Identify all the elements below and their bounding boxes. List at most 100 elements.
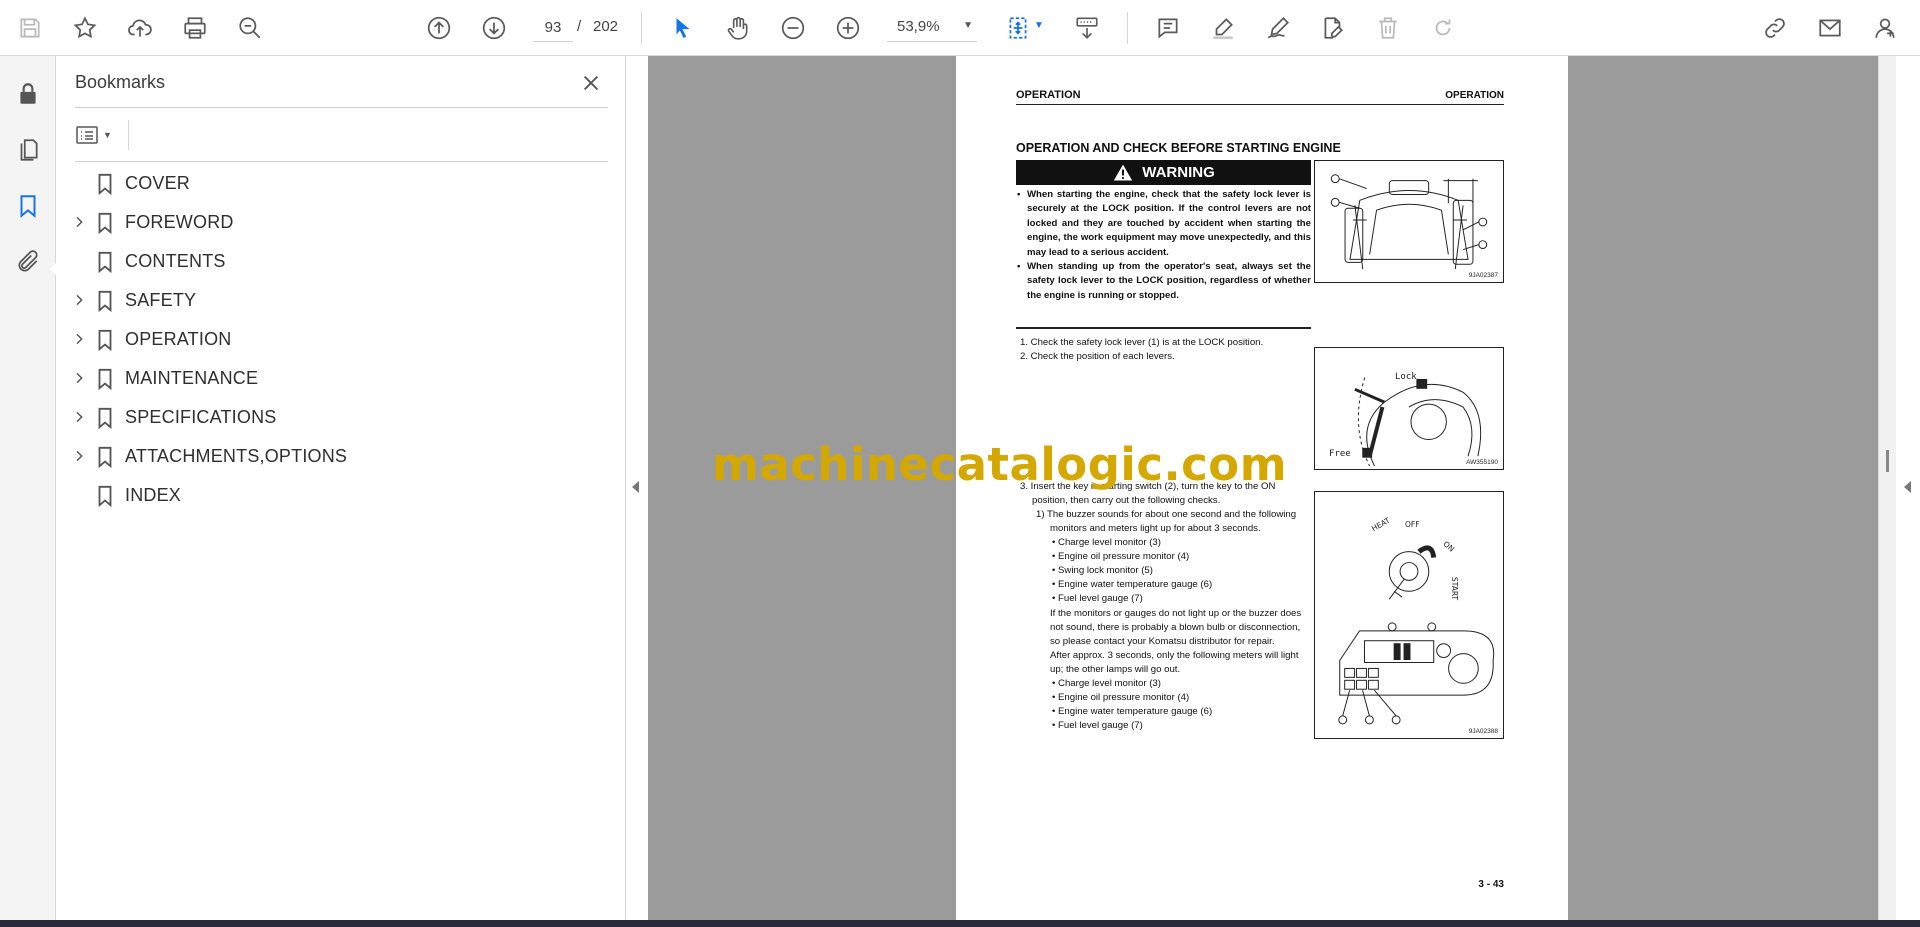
monitor-list-1-item: • Swing lock monitor (5) <box>1052 565 1153 576</box>
zoom-level-value: 53,9% <box>897 18 940 35</box>
draw-signature-icon[interactable] <box>1260 10 1296 46</box>
comment-icon[interactable] <box>1150 10 1186 46</box>
bookmark-label: CONTENTS <box>125 251 226 271</box>
page-header-left: OPERATION <box>1016 89 1081 101</box>
previous-page-icon[interactable] <box>421 10 457 46</box>
scroll-mode-icon[interactable] <box>1069 10 1105 46</box>
page-number: 3 - 43 <box>1478 879 1504 890</box>
figure-lock-free: Lock Free AW355190 <box>1314 347 1504 470</box>
attachments-paperclip-icon[interactable] <box>10 244 46 280</box>
select-cursor-icon[interactable] <box>665 10 701 46</box>
monitor-list-1-item: • Fuel level gauge (7) <box>1052 593 1143 604</box>
redo-icon[interactable] <box>1425 10 1461 46</box>
monitor-list-1-item: • Engine water temperature gauge (6) <box>1052 579 1213 590</box>
figure-lock-label: Lock <box>1395 372 1417 382</box>
monitor-list-2-item: • Engine water temperature gauge (6) <box>1052 706 1213 717</box>
switch-off-label: OFF <box>1405 520 1420 529</box>
note-line: After approx. 3 seconds, only the follow… <box>1050 650 1299 661</box>
chevron-right-icon[interactable] <box>70 447 88 465</box>
trash-icon[interactable] <box>1370 10 1406 46</box>
next-page-icon[interactable] <box>476 10 512 46</box>
collapse-left-arrow-icon <box>632 481 639 493</box>
bookmark-cover[interactable]: COVER <box>56 164 626 203</box>
toolbar-divider-2 <box>1127 12 1128 44</box>
figure-free-label: Free <box>1329 449 1351 459</box>
note-line: up; the other lamps will go out. <box>1050 664 1181 675</box>
chevron-right-icon[interactable] <box>70 213 88 231</box>
bookmark-icon <box>94 445 116 469</box>
bookmarks-icon[interactable] <box>10 188 46 224</box>
bookmark-contents[interactable]: CONTENTS <box>56 242 626 281</box>
fit-chevron-down-icon[interactable]: ▼ <box>1034 20 1044 31</box>
highlight-pen-icon[interactable] <box>1205 10 1241 46</box>
expand-right-panel-button[interactable] <box>1896 56 1920 920</box>
note-line: not sound, there is probably a blown bul… <box>1050 622 1301 633</box>
figure-lock-lever: 9JA02387 <box>1314 160 1504 283</box>
vertical-scrollbar[interactable] <box>1878 56 1896 920</box>
fit-page-icon[interactable] <box>1000 10 1036 46</box>
bookmark-index[interactable]: INDEX <box>56 476 626 515</box>
bookmark-attachments-options[interactable]: ATTACHMENTS,OPTIONS <box>56 437 626 476</box>
main-toolbar: / 202 53,9% ▼ ▼ <box>0 0 1920 56</box>
edit-document-icon[interactable] <box>1315 10 1351 46</box>
bookmark-maintenance[interactable]: MAINTENANCE <box>56 359 626 398</box>
page-number-input[interactable] <box>533 14 573 42</box>
hand-tool-icon[interactable] <box>720 10 756 46</box>
bookmark-options-button[interactable]: ▼ <box>75 120 121 150</box>
monitor-list-2-item: • Fuel level gauge (7) <box>1052 720 1143 731</box>
scrollbar-thumb[interactable] <box>1886 450 1889 472</box>
zoom-out-icon[interactable] <box>775 10 811 46</box>
taskbar-strip <box>0 920 1920 927</box>
bookmark-icon <box>94 250 116 274</box>
bookmark-label: INDEX <box>125 485 182 505</box>
bookmark-label: FOREWORD <box>125 212 234 232</box>
bookmark-label: SPECIFICATIONS <box>125 407 277 427</box>
lock-icon[interactable] <box>10 76 46 112</box>
step-2: 2. Check the position of each levers. <box>1020 351 1175 362</box>
switch-start-label: START <box>1450 576 1460 601</box>
print-icon[interactable] <box>177 10 213 46</box>
bookmark-icon <box>94 484 116 508</box>
bookmark-label: MAINTENANCE <box>125 368 259 388</box>
star-icon[interactable] <box>67 10 103 46</box>
bookmark-icon <box>94 289 116 313</box>
zoom-in-icon[interactable] <box>830 10 866 46</box>
zoom-level-select[interactable]: 53,9% ▼ <box>887 14 977 42</box>
monitor-list-2-item: • Charge level monitor (3) <box>1052 678 1161 689</box>
email-icon[interactable] <box>1812 10 1848 46</box>
bookmark-safety[interactable]: SAFETY <box>56 281 626 320</box>
zoom-search-icon[interactable] <box>232 10 268 46</box>
chevron-right-icon[interactable] <box>70 330 88 348</box>
warning-triangle-icon <box>1114 164 1133 180</box>
panel-options-divider <box>128 120 129 150</box>
options-chevron-down-icon: ▼ <box>103 130 112 140</box>
bookmarks-panel: Bookmarks ▼ COVER FOREWORD CONTENTS SAFE… <box>56 56 626 920</box>
close-icon[interactable] <box>576 68 606 98</box>
bookmark-specifications[interactable]: SPECIFICATIONS <box>56 398 626 437</box>
save-icon[interactable] <box>12 10 48 46</box>
share-link-icon[interactable] <box>1757 10 1793 46</box>
page-header-rule <box>1016 104 1504 105</box>
bookmark-icon <box>94 172 116 196</box>
chevron-right-icon[interactable] <box>70 291 88 309</box>
chevron-right-icon[interactable] <box>70 369 88 387</box>
page-total: 202 <box>593 18 619 35</box>
page-thumbnails-icon[interactable] <box>10 132 46 168</box>
bookmark-label: COVER <box>125 173 191 193</box>
monitor-list-1-item: • Charge level monitor (3) <box>1052 537 1161 548</box>
figure-starting-switch-monitor: HEAT OFF ON START 9JA02388 <box>1314 491 1504 739</box>
warning-item: When starting the engine, check that the… <box>1016 188 1311 260</box>
list-options-icon <box>76 126 98 144</box>
bookmark-icon <box>94 367 116 391</box>
bookmark-foreword[interactable]: FOREWORD <box>56 203 626 242</box>
page-header-right: OPERATION <box>1445 90 1504 101</box>
section-title: OPERATION AND CHECK BEFORE STARTING ENGI… <box>1016 141 1341 155</box>
warning-list: When starting the engine, check that the… <box>1016 188 1311 303</box>
figure-code: 9JA02388 <box>1468 728 1498 735</box>
monitor-list-1-item: • Engine oil pressure monitor (4) <box>1052 551 1190 562</box>
cloud-upload-icon[interactable] <box>122 10 158 46</box>
bookmark-operation[interactable]: OPERATION <box>56 320 626 359</box>
chevron-right-icon[interactable] <box>70 408 88 426</box>
collapse-left-panel-button[interactable] <box>626 56 648 920</box>
account-icon[interactable] <box>1867 10 1903 46</box>
